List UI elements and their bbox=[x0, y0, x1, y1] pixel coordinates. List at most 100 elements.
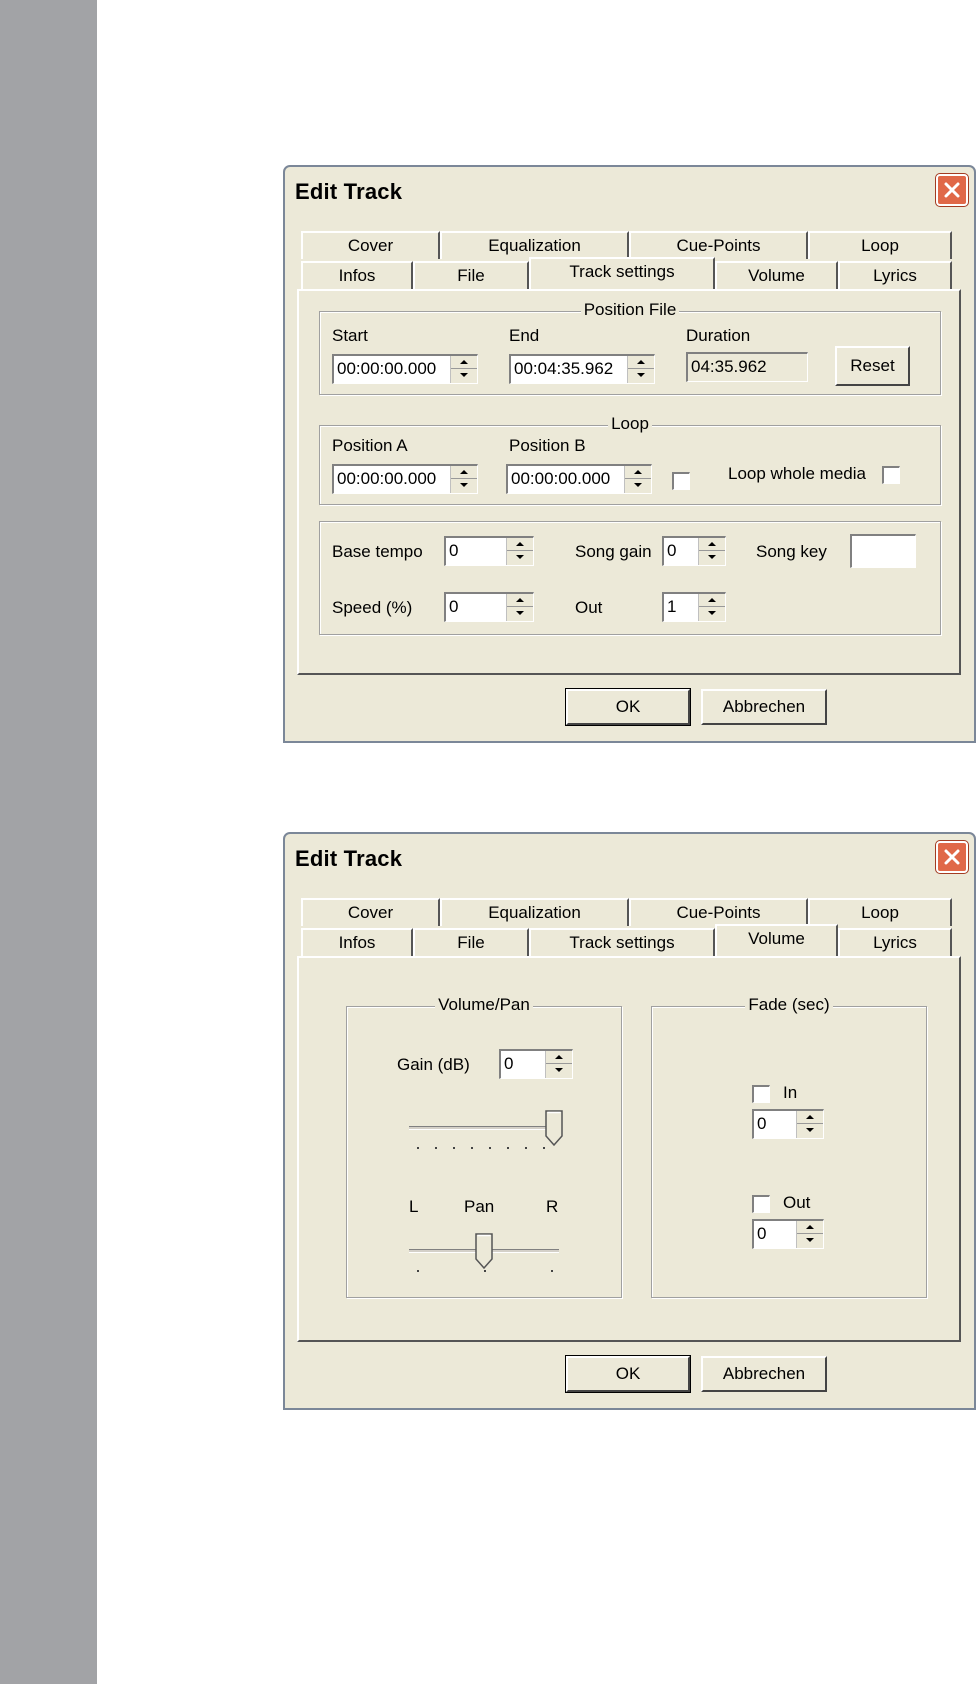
loop-enable-checkbox[interactable] bbox=[672, 472, 690, 490]
cancel-button[interactable]: Abbrechen bbox=[701, 1356, 827, 1392]
gain-tick bbox=[489, 1147, 491, 1149]
start-time-input[interactable]: 00:00:00.000 bbox=[332, 354, 478, 384]
out-label: Out bbox=[575, 598, 603, 617]
song-key-input[interactable] bbox=[850, 534, 916, 568]
edit-track-dialog-track-settings: Edit Track Cover Equalization Cue-Points… bbox=[283, 165, 976, 743]
fade-group: Fade (sec) In 0 Out 0 bbox=[651, 995, 927, 1298]
dialog-title: Edit Track bbox=[295, 846, 403, 871]
base-tempo-input[interactable]: 0 bbox=[444, 536, 534, 566]
song-key-label: Song key bbox=[756, 542, 827, 561]
gain-tick bbox=[453, 1147, 455, 1149]
title-bar[interactable]: Edit Track bbox=[285, 167, 974, 223]
position-b-spinner[interactable] bbox=[624, 466, 651, 493]
position-a-spinner[interactable] bbox=[450, 466, 477, 493]
speed-value: 0 bbox=[449, 597, 459, 616]
tab-file[interactable]: File bbox=[413, 928, 529, 956]
ok-button[interactable]: OK bbox=[565, 688, 691, 726]
position-b-label: Position B bbox=[509, 436, 586, 455]
duration-value: 04:35.962 bbox=[686, 352, 808, 382]
edit-track-dialog-volume: Edit Track Cover Equalization Cue-Points… bbox=[283, 832, 976, 1410]
tab-volume[interactable]: Volume bbox=[715, 261, 838, 289]
song-gain-input[interactable]: 0 bbox=[662, 536, 726, 566]
loop-title: Loop bbox=[608, 414, 652, 433]
gain-tick bbox=[435, 1147, 437, 1149]
speed-input[interactable]: 0 bbox=[444, 592, 534, 622]
loop-group: Loop Position A 00:00:00.000 Position B … bbox=[319, 414, 941, 505]
close-icon bbox=[944, 849, 960, 865]
tab-panel-volume: Volume/Pan Gain (dB) 0 L Pan R Fade (sec… bbox=[297, 956, 961, 1342]
song-gain-spinner[interactable] bbox=[698, 538, 725, 565]
tab-panel-track-settings: Position File Start 00:00:00.000 End 00:… bbox=[297, 289, 961, 675]
position-a-value: 00:00:00.000 bbox=[337, 469, 437, 488]
position-b-input[interactable]: 00:00:00.000 bbox=[506, 464, 652, 494]
tab-volume[interactable]: Volume bbox=[715, 924, 838, 956]
pan-label: Pan bbox=[464, 1197, 495, 1216]
end-time-value: 00:04:35.962 bbox=[514, 359, 614, 378]
tab-loop[interactable]: Loop bbox=[808, 898, 952, 926]
end-time-spinner[interactable] bbox=[627, 356, 654, 383]
loop-whole-media-checkbox[interactable] bbox=[882, 466, 900, 484]
tempo-gain-group: Base tempo 0 Song gain 0 Song key Speed … bbox=[319, 521, 941, 635]
speed-spinner[interactable] bbox=[506, 594, 533, 621]
fade-in-checkbox[interactable] bbox=[752, 1085, 770, 1103]
gain-slider-track[interactable] bbox=[409, 1126, 559, 1130]
start-time-spinner[interactable] bbox=[450, 356, 477, 383]
gain-value: 0 bbox=[504, 1054, 514, 1073]
title-bar[interactable]: Edit Track bbox=[285, 834, 974, 890]
tab-infos[interactable]: Infos bbox=[301, 261, 413, 289]
gain-tick bbox=[525, 1147, 527, 1149]
tab-track-settings[interactable]: Track settings bbox=[529, 928, 715, 956]
close-button[interactable] bbox=[936, 174, 968, 206]
tab-cover[interactable]: Cover bbox=[301, 898, 440, 926]
out-spinner[interactable] bbox=[698, 594, 725, 621]
end-time-input[interactable]: 00:04:35.962 bbox=[509, 354, 655, 384]
tab-track-settings[interactable]: Track settings bbox=[529, 257, 715, 289]
tab-lyrics[interactable]: Lyrics bbox=[838, 261, 952, 289]
gain-tick bbox=[543, 1147, 545, 1149]
tab-file[interactable]: File bbox=[413, 261, 529, 289]
gain-label: Gain (dB) bbox=[397, 1055, 470, 1074]
fade-in-spinner[interactable] bbox=[796, 1111, 823, 1138]
fade-title: Fade (sec) bbox=[745, 995, 833, 1014]
reset-button[interactable]: Reset bbox=[835, 346, 910, 386]
sidebar-strip bbox=[0, 0, 97, 1684]
pan-slider-thumb[interactable] bbox=[475, 1233, 493, 1269]
tab-equalization[interactable]: Equalization bbox=[440, 898, 629, 926]
start-label: Start bbox=[332, 326, 368, 345]
end-label: End bbox=[509, 326, 540, 345]
close-icon bbox=[944, 182, 960, 198]
ok-button[interactable]: OK bbox=[565, 1355, 691, 1393]
base-tempo-label: Base tempo bbox=[332, 542, 423, 561]
position-a-input[interactable]: 00:00:00.000 bbox=[332, 464, 478, 494]
speed-label: Speed (%) bbox=[332, 598, 413, 617]
fade-in-input[interactable]: 0 bbox=[752, 1109, 824, 1139]
tab-cue-points[interactable]: Cue-Points bbox=[629, 898, 808, 926]
base-tempo-spinner[interactable] bbox=[506, 538, 533, 565]
duration-label: Duration bbox=[686, 326, 751, 345]
fade-in-label: In bbox=[783, 1083, 798, 1102]
song-gain-value: 0 bbox=[667, 541, 677, 560]
volume-pan-group: Volume/Pan Gain (dB) 0 L Pan R bbox=[346, 995, 622, 1298]
pan-right-label: R bbox=[546, 1197, 559, 1216]
gain-tick bbox=[507, 1147, 509, 1149]
song-gain-label: Song gain bbox=[575, 542, 652, 561]
pan-tick bbox=[484, 1270, 486, 1272]
tab-lyrics[interactable]: Lyrics bbox=[838, 928, 952, 956]
cancel-button[interactable]: Abbrechen bbox=[701, 689, 827, 725]
close-button[interactable] bbox=[936, 841, 968, 873]
out-input[interactable]: 1 bbox=[662, 592, 726, 622]
base-tempo-value: 0 bbox=[449, 541, 459, 560]
tab-loop[interactable]: Loop bbox=[808, 231, 952, 259]
position-b-value: 00:00:00.000 bbox=[511, 469, 611, 488]
tab-cover[interactable]: Cover bbox=[301, 231, 440, 259]
tab-equalization[interactable]: Equalization bbox=[440, 231, 629, 259]
tab-infos[interactable]: Infos bbox=[301, 928, 413, 956]
fade-out-value: 0 bbox=[757, 1224, 767, 1243]
gain-slider-thumb[interactable] bbox=[545, 1110, 563, 1146]
fade-out-input[interactable]: 0 bbox=[752, 1219, 824, 1249]
gain-spinner[interactable] bbox=[545, 1051, 572, 1078]
gain-input[interactable]: 0 bbox=[499, 1049, 573, 1079]
fade-out-checkbox[interactable] bbox=[752, 1195, 770, 1213]
tab-cue-points[interactable]: Cue-Points bbox=[629, 231, 808, 259]
fade-out-spinner[interactable] bbox=[796, 1221, 823, 1248]
